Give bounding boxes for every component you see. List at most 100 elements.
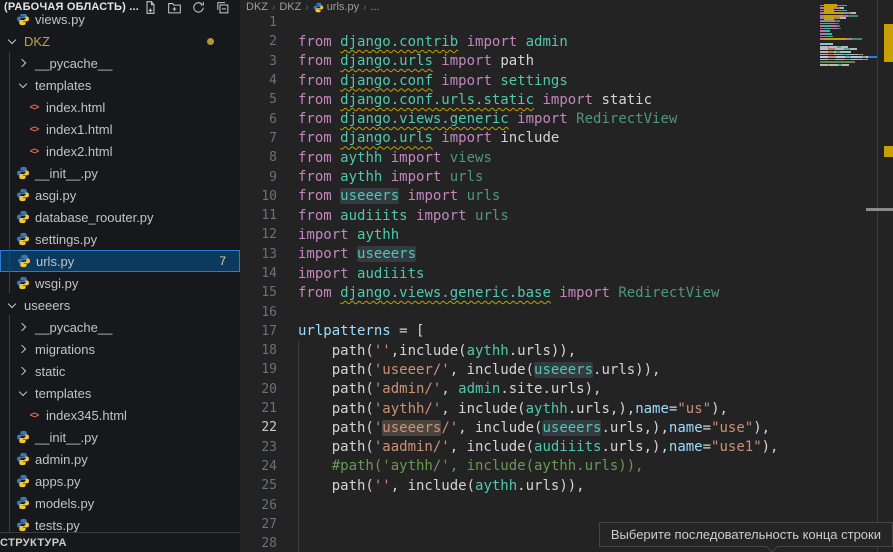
tree-file-apps-py[interactable]: apps.py (0, 470, 240, 492)
tree-item-label: asgi.py (31, 188, 76, 203)
tree-item-label: index2.html (42, 144, 112, 159)
tree-file--init-py[interactable]: __init__.py (0, 162, 240, 184)
tree-item-label: wsgi.py (31, 276, 78, 291)
line-number: 5 (240, 92, 298, 107)
code-line-21[interactable]: 21 path('aythh/', include(aythh.urls,),n… (240, 399, 820, 418)
code-line-3[interactable]: 3from django.urls import path (240, 52, 820, 71)
problems-badge: 7 (219, 254, 226, 268)
tree-file-urls-py[interactable]: urls.py7 (0, 250, 240, 272)
new-file-icon[interactable] (143, 0, 158, 15)
code-text: path('admin/', admin.site.urls), (298, 381, 601, 397)
minimap-line-segment (820, 43, 829, 45)
minimap-line-segment (843, 5, 847, 7)
code-line-5[interactable]: 5from django.conf.urls.static import sta… (240, 90, 820, 109)
code-line-19[interactable]: 19 path('useeer/', include(useeers.urls)… (240, 360, 820, 379)
tree-file-database-roouter-py[interactable]: database_roouter.py (0, 206, 240, 228)
indent-guide (298, 476, 299, 495)
minimap-line-segment (820, 61, 855, 63)
tree-file-asgi-py[interactable]: asgi.py (0, 184, 240, 206)
code-line-22[interactable]: 22 path('useeers/', include(useeers.urls… (240, 418, 820, 437)
breadcrumb-item--[interactable]: ... (370, 1, 379, 13)
tree-file-index2-html[interactable]: <>index2.html (0, 140, 240, 162)
code-line-12[interactable]: 12import aythh (240, 225, 820, 244)
code-line-7[interactable]: 7from django.urls import include (240, 129, 820, 148)
tree-file-settings-py[interactable]: settings.py (0, 228, 240, 250)
minimap-warning-mark (824, 38, 846, 41)
tree-file-wsgi-py[interactable]: wsgi.py (0, 272, 240, 294)
overview-ruler-mark (884, 24, 893, 62)
tree-file-index-html[interactable]: <>index.html (0, 96, 240, 118)
code-line-11[interactable]: 11from audiiits import urls (240, 206, 820, 225)
tree-file-index1-html[interactable]: <>index1.html (0, 118, 240, 140)
minimap-line-segment (844, 59, 851, 61)
code-line-20[interactable]: 20 path('admin/', admin.site.urls), (240, 380, 820, 399)
code-line-2[interactable]: 2from django.contrib import admin (240, 32, 820, 51)
tree-folder-useeers[interactable]: useeers (0, 294, 240, 316)
code-text: path('', include(aythh.urls)), (298, 478, 585, 494)
breadcrumb-item-label: DKZ (246, 1, 268, 13)
code-line-18[interactable]: 18 path('',include(aythh.urls)), (240, 341, 820, 360)
code-line-1[interactable]: 1 (240, 13, 820, 32)
tree-item-label: settings.py (31, 232, 97, 247)
indent-guide (298, 495, 299, 514)
minimap-line-segment (820, 46, 828, 48)
code-text: from audiiits import urls (298, 208, 509, 224)
eol-tooltip-text: Выберите последовательность конца строки (611, 527, 881, 542)
tree-item-label: index345.html (42, 408, 127, 423)
code-line-15[interactable]: 15from django.views.generic.base import … (240, 283, 820, 302)
tree-folder-templates[interactable]: templates (0, 382, 240, 404)
breadcrumb-item-urls-py[interactable]: urls.py (313, 1, 359, 13)
new-folder-icon[interactable] (167, 0, 182, 15)
tree-folder-templates[interactable]: templates (0, 74, 240, 96)
tree-file--init-py[interactable]: __init__.py (0, 426, 240, 448)
line-number: 21 (240, 401, 298, 416)
minimap-line-segment (851, 56, 858, 58)
code-line-8[interactable]: 8from aythh import views (240, 148, 820, 167)
breadcrumb-item-label: ... (370, 1, 379, 13)
code-line-14[interactable]: 14import audiiits (240, 264, 820, 283)
breadcrumb-item-dkz[interactable]: DKZ (279, 1, 301, 13)
minimap-line-segment (828, 51, 835, 53)
code-line-23[interactable]: 23 path('aadmin/', include(audiiits.urls… (240, 438, 820, 457)
tree-item-label: models.py (31, 496, 94, 511)
code-line-4[interactable]: 4from django.conf import settings (240, 71, 820, 90)
minimap-line-segment (840, 7, 843, 9)
minimap-line-segment (829, 46, 837, 48)
tree-item-label: templates (31, 386, 91, 401)
minimap[interactable] (820, 2, 877, 102)
code-line-17[interactable]: 17urlpatterns = [ (240, 322, 820, 341)
tree-file-models-py[interactable]: models.py (0, 492, 240, 514)
minimap-line-segment (837, 25, 840, 27)
python-file-icon (15, 517, 31, 533)
line-number: 17 (240, 324, 298, 339)
refresh-icon[interactable] (191, 0, 206, 15)
minimap-line-segment (829, 20, 836, 22)
tree-folder--pycache-[interactable]: __pycache__ (0, 316, 240, 338)
tree-folder-dkz[interactable]: DKZ (0, 30, 240, 52)
tree-item-label: migrations (31, 342, 95, 357)
outline-section-header[interactable]: СТРУКТУРА (0, 532, 240, 552)
line-number: 18 (240, 343, 298, 358)
tree-file-index345-html[interactable]: <>index345.html (0, 404, 240, 426)
collapse-all-icon[interactable] (215, 0, 230, 15)
code-line-25[interactable]: 25 path('', include(aythh.urls)), (240, 476, 820, 495)
code-line-9[interactable]: 9from aythh import urls (240, 167, 820, 186)
code-line-6[interactable]: 6from django.views.generic import Redire… (240, 109, 820, 128)
python-file-icon (16, 253, 32, 269)
tree-folder-static[interactable]: static (0, 360, 240, 382)
code-line-26[interactable]: 26 (240, 495, 820, 514)
tree-folder-migrations[interactable]: migrations (0, 338, 240, 360)
tree-file-admin-py[interactable]: admin.py (0, 448, 240, 470)
overview-ruler-mark (866, 208, 893, 211)
minimap-line-segment (820, 64, 828, 66)
line-number: 1 (240, 15, 298, 30)
breadcrumb-item-dkz[interactable]: DKZ (246, 1, 268, 13)
chevron-down-icon (15, 77, 31, 93)
code-line-10[interactable]: 10from useeers import urls (240, 187, 820, 206)
code-line-13[interactable]: 13import useeers (240, 245, 820, 264)
tree-folder--pycache-[interactable]: __pycache__ (0, 52, 240, 74)
line-number: 3 (240, 54, 298, 69)
minimap-line-segment (840, 51, 850, 53)
code-line-16[interactable]: 16 (240, 302, 820, 321)
code-line-24[interactable]: 24 #path('aythh/', include(aythh.urls)), (240, 457, 820, 476)
